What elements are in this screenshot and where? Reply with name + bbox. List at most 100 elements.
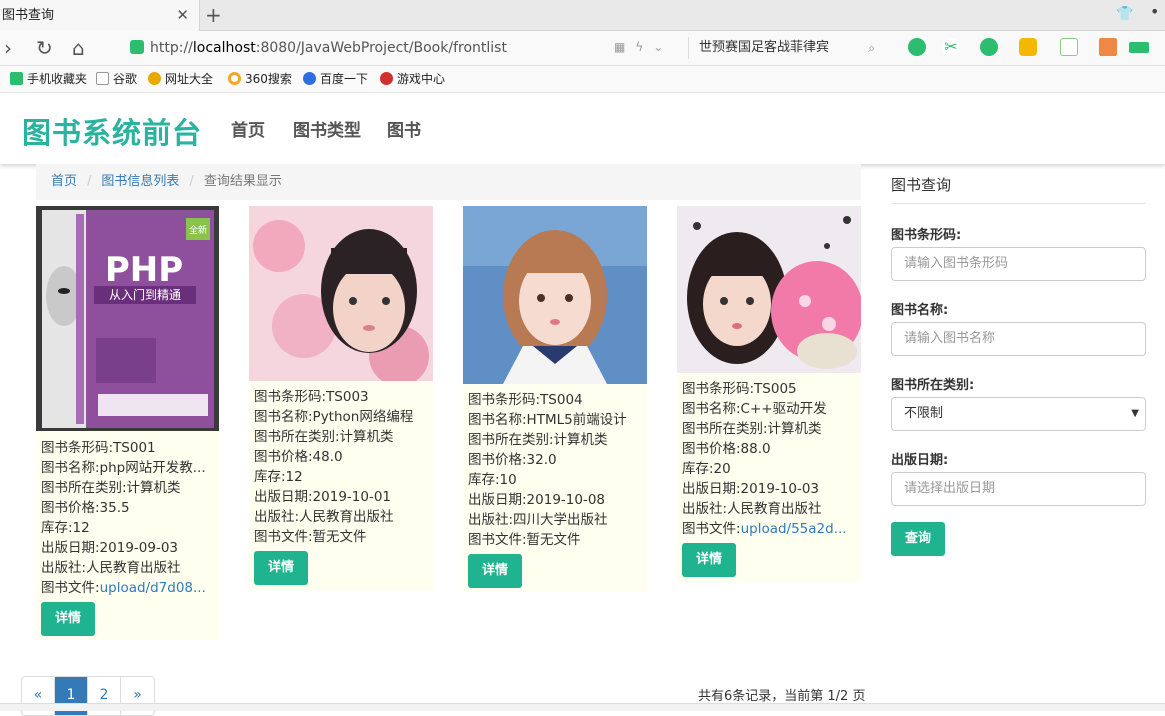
nav-book-types[interactable]: 图书类型 — [293, 116, 361, 141]
cover-badge: 全新 — [189, 224, 207, 236]
battery-icon[interactable] — [1129, 42, 1149, 53]
phone-icon — [10, 72, 23, 85]
barcode-label: 图书条形码: — [891, 228, 962, 243]
bookmark-games[interactable]: 游戏中心 — [380, 72, 445, 87]
home-icon[interactable]: ⌂ — [72, 36, 85, 60]
url-path: :8080/JavaWebProject/Book/frontlist — [255, 40, 507, 56]
breadcrumb-home[interactable]: 首页 — [51, 174, 77, 189]
date-placeholder: 请选择出版日期 — [904, 481, 996, 496]
book-cover-image[interactable] — [249, 206, 433, 386]
secure-shield-icon — [130, 40, 144, 54]
book-photo — [463, 206, 647, 384]
browser-tab[interactable]: 图书查询 ✕ — [0, 0, 200, 31]
bookmark-sites[interactable]: 网址大全 — [148, 72, 213, 87]
shield-icon[interactable] — [1019, 38, 1037, 56]
url-field[interactable]: http://localhost:8080/JavaWebProject/Boo… — [130, 36, 507, 60]
name-input[interactable]: 请输入图书名称 — [891, 322, 1146, 356]
bookmark-360[interactable]: 360搜索 — [228, 72, 292, 87]
book-card: 图书条形码:TS004 图书名称:HTML5前端设计 图书所在类别:计算机类 图… — [463, 206, 647, 592]
book-cover-image[interactable] — [463, 206, 647, 384]
book-cover-image[interactable] — [677, 206, 863, 373]
forward-icon[interactable]: › — [4, 36, 12, 60]
cover-title: PHP — [105, 250, 183, 290]
window-menu-icon[interactable]: • — [1150, 2, 1159, 21]
record-summary: 共有6条记录，当前第 1/2 页 — [698, 689, 866, 704]
breadcrumb-separator: / — [87, 174, 92, 189]
tab-title: 图书查询 — [2, 8, 55, 23]
address-bar: › ↻ ⌂ http://localhost:8080/JavaWebProje… — [0, 31, 1165, 66]
book-publisher: 出版社:人民教育出版社 — [254, 509, 394, 525]
book-name: 图书名称:Python网络编程 — [254, 409, 414, 425]
cover-subtitle: 从入门到精通 — [109, 287, 181, 302]
bookmark-mobile[interactable]: 手机收藏夹 — [10, 72, 87, 87]
translate-icon[interactable] — [980, 38, 998, 56]
book-date: 出版日期:2019-10-03 — [682, 481, 820, 497]
image-icon[interactable] — [1060, 38, 1078, 56]
book-category: 图书所在类别:计算机类 — [41, 480, 181, 496]
book-file-link[interactable]: upload/d7d08... — [100, 580, 206, 596]
book-file-link[interactable]: upload/55a2d... — [741, 521, 847, 537]
book-publisher: 出版社:四川大学出版社 — [468, 512, 608, 528]
book-stock: 库存:12 — [41, 520, 90, 536]
game-icon — [380, 72, 393, 85]
barcode-placeholder: 请输入图书条形码 — [904, 256, 1009, 271]
book-photo — [677, 206, 863, 373]
reload-icon[interactable]: ↻ — [36, 36, 53, 60]
nav-books[interactable]: 图书 — [387, 116, 421, 141]
search-360-icon — [228, 72, 241, 85]
book-cover-image[interactable]: 全新 PHP 从入门到精通 — [36, 206, 219, 431]
search-text: 世预赛国足客战菲律宾 — [699, 40, 830, 55]
scissors-icon[interactable]: ✂ — [942, 38, 960, 56]
book-file-label: 图书文件: — [41, 580, 100, 596]
book-barcode: 图书条形码:TS005 — [682, 381, 797, 397]
book-query-panel: 图书查询 图书条形码: 请输入图书条形码 图书名称: 请输入图书名称 图书所在类… — [891, 164, 1146, 556]
book-photo — [249, 206, 433, 386]
details-button[interactable]: 详情 — [468, 554, 522, 588]
category-select[interactable]: 不限制 ▼ — [891, 397, 1146, 431]
book-publisher: 出版社:人民教育出版社 — [682, 501, 822, 517]
category-value: 不限制 — [904, 406, 944, 421]
breadcrumb-separator: / — [189, 174, 194, 189]
browser-tab-bar: 图书查询 ✕ + 👕 • — [0, 0, 1165, 31]
barcode-input[interactable]: 请输入图书条形码 — [891, 247, 1146, 281]
book-file-label: 图书文件:暂无文件 — [468, 532, 581, 548]
book-name: 图书名称:C++驱动开发 — [682, 401, 827, 417]
book-card: 图书条形码:TS003 图书名称:Python网络编程 图书所在类别:计算机类 … — [249, 206, 433, 590]
category-label: 图书所在类别: — [891, 378, 975, 393]
book-card: 全新 PHP 从入门到精通 图书条形码:TS001 图书名称:php网站开发教.… — [36, 206, 219, 640]
site-brand[interactable]: 图书系统前台 — [22, 110, 202, 152]
details-button[interactable]: 详情 — [41, 602, 95, 636]
address-tools-icons[interactable]: ▦ϟ⌄ — [614, 40, 673, 54]
nav-home[interactable]: 首页 — [231, 116, 265, 141]
query-button[interactable]: 查询 — [891, 522, 945, 556]
bookmarks-bar: 手机收藏夹 谷歌 网址大全 360搜索 百度一下 游戏中心 — [0, 66, 1165, 93]
new-tab-icon[interactable]: + — [205, 3, 222, 27]
book-name: 图书名称:HTML5前端设计 — [468, 412, 627, 428]
sites-icon — [148, 72, 161, 85]
date-input[interactable]: 请选择出版日期 — [891, 472, 1146, 506]
book-stock: 库存:10 — [468, 472, 517, 488]
search-icon[interactable]: ⌕ — [868, 37, 875, 59]
bookmark-label: 网址大全 — [165, 72, 214, 86]
book-file-label: 图书文件:暂无文件 — [254, 529, 367, 545]
name-placeholder: 请输入图书名称 — [904, 331, 996, 346]
book-publisher: 出版社:人民教育出版社 — [41, 560, 181, 576]
breadcrumb: 首页 / 图书信息列表 / 查询结果显示 — [36, 164, 861, 200]
bookmark-label: 百度一下 — [320, 72, 369, 86]
bookmark-baidu[interactable]: 百度一下 — [303, 72, 368, 87]
extension-icon[interactable] — [908, 38, 926, 56]
book-price: 图书价格:48.0 — [254, 449, 343, 465]
browser-search-box[interactable]: 世预赛国足客战菲律宾 ⌕ — [688, 37, 883, 59]
book-barcode: 图书条形码:TS003 — [254, 389, 369, 405]
details-button[interactable]: 详情 — [682, 543, 736, 577]
apps-icon[interactable] — [1099, 38, 1117, 56]
panel-title: 图书查询 — [891, 164, 1146, 204]
breadcrumb-book-list[interactable]: 图书信息列表 — [101, 174, 179, 189]
close-tab-icon[interactable]: ✕ — [176, 0, 189, 31]
details-button[interactable]: 详情 — [254, 551, 308, 585]
name-label: 图书名称: — [891, 303, 949, 318]
browser-status-bar — [0, 703, 1165, 711]
bookmark-label: 360搜索 — [245, 72, 292, 86]
bookmark-google[interactable]: 谷歌 — [96, 72, 137, 87]
skin-icon[interactable]: 👕 — [1116, 6, 1133, 22]
